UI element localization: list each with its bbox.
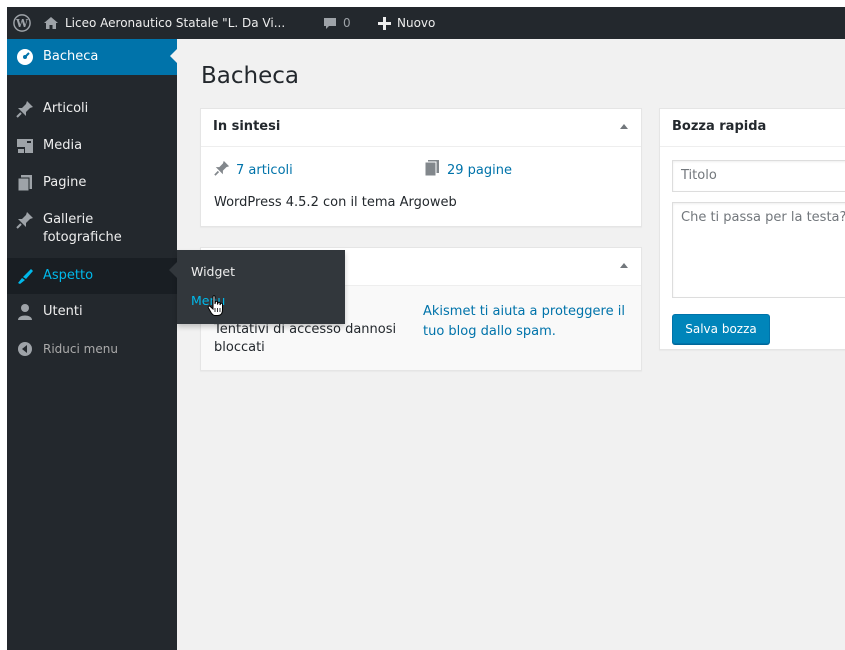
collapse-menu-label: Riduci menu <box>43 342 118 356</box>
widget-at-a-glance: In sintesi 7 articoli 29 pagine WordPres… <box>200 108 642 227</box>
collapse-toggle-icon[interactable] <box>620 124 628 129</box>
pages-count-label: 29 pagine <box>447 162 512 178</box>
draft-content-placeholder: Che ti passa per la testa? <box>681 210 845 225</box>
widget-title: Bozza rapida <box>672 119 767 134</box>
sidebar-item-pagine[interactable]: Pagine <box>7 173 177 207</box>
new-label: Nuovo <box>397 16 436 30</box>
sidebar-item-label: Articoli <box>43 101 89 116</box>
plus-icon <box>378 16 391 30</box>
collapse-arrow-icon <box>15 339 35 359</box>
pages-count-link[interactable]: 29 pagine <box>424 160 512 180</box>
wordpress-logo-icon[interactable]: W <box>13 7 33 39</box>
pin-icon <box>15 210 35 230</box>
admin-bar: W Liceo Aeronautico Statale "L. Da Vi...… <box>7 7 845 39</box>
page-icon <box>424 160 439 180</box>
draft-content-textarea[interactable]: Che ti passa per la testa? <box>672 202 845 298</box>
wordpress-version-text: WordPress 4.5.2 con il tema Argoweb <box>214 195 457 210</box>
sidebar-item-utenti[interactable]: Utenti <box>7 302 177 336</box>
users-icon <box>15 302 35 322</box>
blocked-text-line: bloccati <box>214 340 265 355</box>
sidebar-item-label: Aspetto <box>43 268 94 283</box>
widget-quick-draft: Bozza rapida Titolo Che ti passa per la … <box>659 108 845 350</box>
sidebar-item-label: Bacheca <box>43 49 99 64</box>
akismet-link[interactable]: Akismet ti aiuta a proteggere il tuo blo… <box>423 302 625 342</box>
draft-title-input[interactable]: Titolo <box>672 160 845 192</box>
comments-link[interactable]: 0 <box>323 7 351 39</box>
sidebar-item-label: fotografiche <box>43 230 122 245</box>
sidebar-item-gallerie[interactable]: Gallerie fotografiche <box>7 210 177 256</box>
media-icon <box>15 136 35 156</box>
pin-icon <box>15 99 35 119</box>
draft-title-placeholder: Titolo <box>681 168 717 183</box>
sidebar-item-label: Utenti <box>43 304 83 319</box>
akismet-text-line: Akismet ti aiuta a proteggere il <box>423 304 625 319</box>
posts-count-label: 7 articoli <box>236 162 293 178</box>
widget-header[interactable]: In sintesi <box>201 109 641 147</box>
current-menu-arrow <box>170 48 178 64</box>
appearance-icon <box>15 266 35 286</box>
widget-header[interactable]: Bozza rapida <box>660 109 845 147</box>
sidebar-item-bacheca[interactable]: Bacheca <box>7 39 178 75</box>
site-name-link[interactable]: Liceo Aeronautico Statale "L. Da Vi... <box>43 7 285 39</box>
submenu-item-widget[interactable]: Widget <box>191 264 235 279</box>
sidebar-item-label: Gallerie <box>43 212 94 227</box>
blocked-attempts-text: Tentativi di accesso dannosi bloccati <box>214 321 396 357</box>
pin-icon <box>214 160 230 180</box>
comment-icon <box>323 17 337 30</box>
sidebar-item-label: Media <box>43 138 83 153</box>
save-draft-button[interactable]: Salva bozza <box>672 314 770 344</box>
sidebar-item-media[interactable]: Media <box>7 136 177 170</box>
widget-title: In sintesi <box>213 119 281 134</box>
home-icon <box>43 16 59 30</box>
appearance-submenu: Widget Menu <box>169 250 345 324</box>
sidebar-item-aspetto[interactable]: Aspetto <box>7 258 177 294</box>
sidebar-item-articoli[interactable]: Articoli <box>7 99 177 133</box>
wp-admin-screen: W Liceo Aeronautico Statale "L. Da Vi...… <box>7 7 845 650</box>
collapse-toggle-icon[interactable] <box>620 263 628 268</box>
site-name: Liceo Aeronautico Statale "L. Da Vi... <box>65 16 286 30</box>
submenu-arrow <box>169 262 177 278</box>
page-title: Bacheca <box>201 63 299 89</box>
dashboard-icon <box>15 47 35 67</box>
posts-count-link[interactable]: 7 articoli <box>214 160 293 180</box>
admin-sidebar: Bacheca Articoli Media Pagine Gallerie f… <box>7 39 178 650</box>
comments-count: 0 <box>343 16 351 30</box>
akismet-text-line: tuo blog dallo spam. <box>423 324 556 339</box>
new-content-link[interactable]: Nuovo <box>378 7 435 39</box>
sidebar-item-label: Pagine <box>43 175 87 190</box>
svg-text:W: W <box>15 17 29 30</box>
collapse-menu-button[interactable]: Riduci menu <box>7 339 177 369</box>
page-icon <box>15 173 35 193</box>
hand-cursor-icon <box>207 295 225 317</box>
